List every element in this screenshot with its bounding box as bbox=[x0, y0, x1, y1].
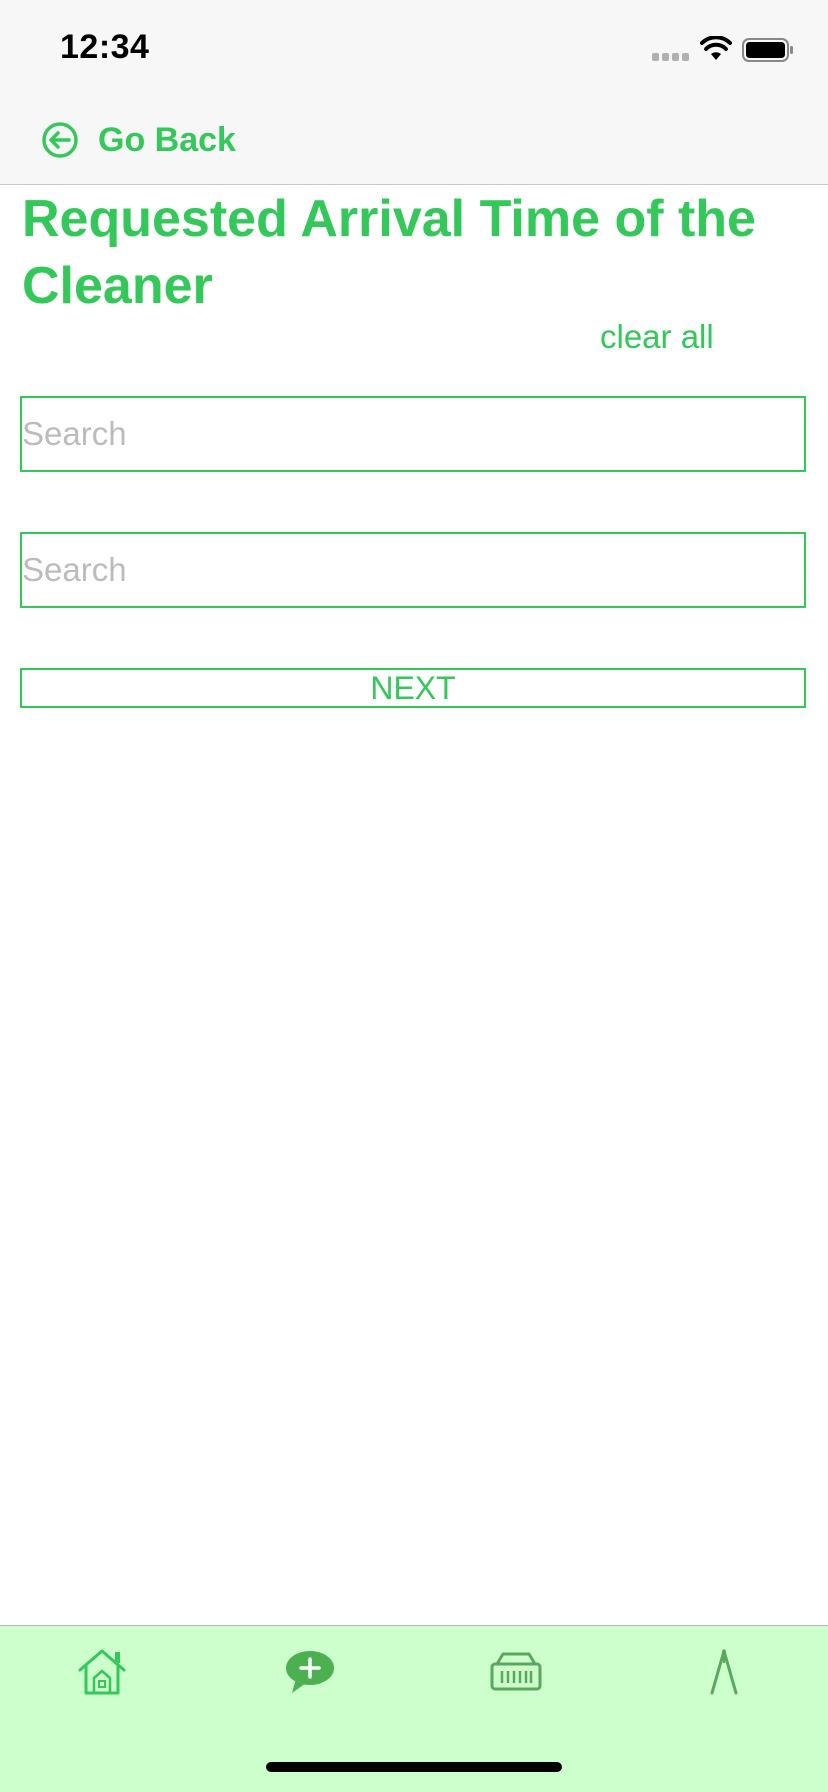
tab-home[interactable] bbox=[72, 1644, 132, 1700]
home-indicator[interactable] bbox=[266, 1762, 562, 1772]
go-back-button[interactable]: Go Back bbox=[40, 118, 236, 162]
search-input-second[interactable] bbox=[20, 532, 806, 608]
status-time: 12:34 bbox=[60, 28, 150, 66]
store-icon bbox=[490, 1652, 542, 1691]
battery-icon bbox=[742, 38, 793, 62]
chat-add-icon bbox=[286, 1651, 334, 1693]
compass-icon bbox=[710, 1649, 738, 1695]
screen: 12:34 Go Back Requested Arrival Time of … bbox=[0, 0, 828, 1792]
home-icon bbox=[78, 1649, 126, 1695]
cellular-signal-icon bbox=[652, 53, 689, 61]
go-back-label: Go Back bbox=[98, 120, 236, 159]
wifi-icon bbox=[700, 36, 732, 60]
clear-all-button[interactable]: clear all bbox=[600, 318, 714, 356]
nav-bar: Go Back bbox=[0, 96, 828, 185]
status-bar: 12:34 bbox=[0, 0, 828, 96]
tab-chat[interactable] bbox=[280, 1644, 340, 1700]
page-title: Requested Arrival Time of the Cleaner bbox=[22, 190, 756, 315]
circle-arrow-left-icon bbox=[42, 122, 78, 158]
next-button[interactable]: NEXT bbox=[20, 668, 806, 708]
search-input-first[interactable] bbox=[20, 396, 806, 472]
tab-store[interactable] bbox=[486, 1644, 546, 1700]
tab-compass[interactable] bbox=[694, 1644, 754, 1700]
